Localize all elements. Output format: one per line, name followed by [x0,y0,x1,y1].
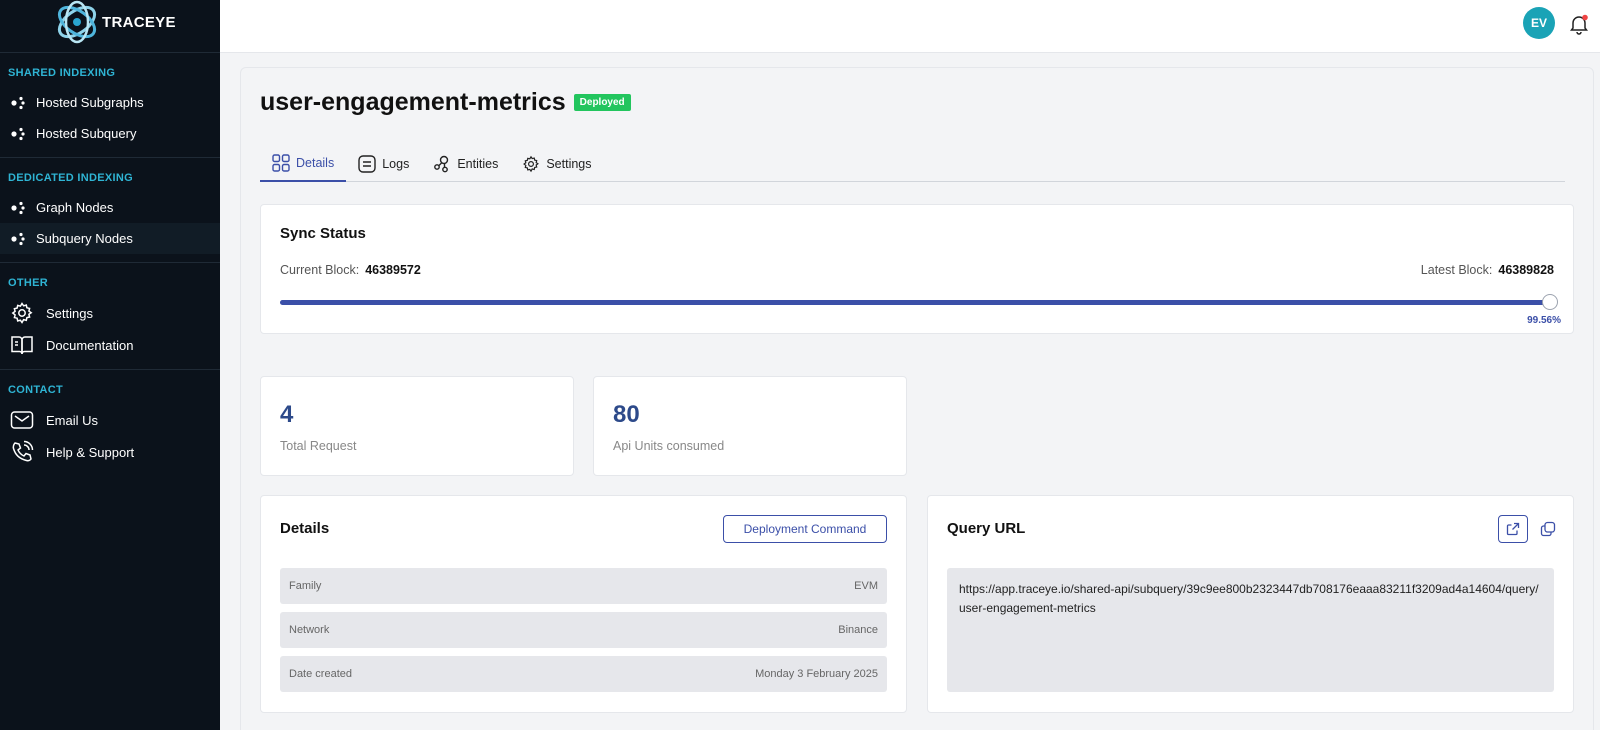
detail-key: Family [289,580,322,592]
details-card: Details Deployment Command Family EVM Ne… [260,495,907,713]
nodes-icon [10,96,30,110]
sidebar-section-other: OTHER Settings Documentation [0,263,220,370]
sidebar-item-label: Hosted Subgraphs [36,95,144,110]
main-panel: user-engagement-metrics Deployed Details… [240,67,1594,730]
tab-entities[interactable]: Entities [421,146,510,182]
logo[interactable]: TRACEYE [0,0,220,53]
sidebar-item-label: Documentation [46,337,134,353]
stat-value: 80 [613,401,640,428]
sidebar-section-shared: SHARED INDEXING Hosted Subgraphs Hosted … [0,53,220,158]
status-badge: Deployed [573,94,631,111]
sidebar-item-label: Subquery Nodes [36,231,133,246]
tab-settings[interactable]: Settings [510,146,603,182]
copy-button[interactable] [1533,515,1563,543]
sidebar-item-help-support[interactable]: Help & Support [0,436,220,468]
traceye-logo-icon [57,0,97,44]
tab-label: Settings [546,157,592,171]
external-link-icon [1506,522,1520,536]
mail-icon [10,410,36,430]
sidebar-section-contact: CONTACT Email Us Help & Support [0,370,220,476]
tab-logs[interactable]: Logs [346,146,421,182]
sidebar-item-label: Email Us [46,412,99,428]
sidebar-item-label: Graph Nodes [36,200,114,215]
sync-progress-bar [280,294,1558,310]
sidebar-item-subquery-nodes[interactable]: Subquery Nodes [0,223,220,254]
details-title: Details [280,520,330,537]
gear-icon [10,301,36,325]
sidebar-item-label: Help & Support [46,444,135,460]
detail-row-family: Family EVM [280,568,887,604]
sidebar-item-email-us[interactable]: Email Us [0,404,220,436]
nodes-icon [10,127,30,141]
section-title: SHARED INDEXING [8,67,116,79]
sidebar-item-settings[interactable]: Settings [0,297,220,329]
sidebar-item-documentation[interactable]: Documentation [0,329,220,361]
sidebar-item-graph-nodes[interactable]: Graph Nodes [0,192,220,223]
top-header: EV [220,0,1600,53]
nodes-icon [10,201,30,215]
section-title: DEDICATED INDEXING [8,172,133,184]
tab-details[interactable]: Details [260,146,347,182]
nodes-icon [10,232,30,246]
tab-label: Entities [457,157,499,171]
entities-icon [434,155,449,173]
stat-card-api-units: 80 Api Units consumed [593,376,907,476]
stat-card-total-request: 4 Total Request [260,376,574,476]
detail-row-network: Network Binance [280,612,887,648]
detail-key: Date created [289,668,352,680]
detail-value: Monday 3 February 2025 [755,668,878,680]
tab-label: Details [296,156,335,170]
sidebar-item-hosted-subquery[interactable]: Hosted Subquery [0,118,220,149]
detail-row-date-created: Date created Monday 3 February 2025 [280,656,887,692]
latest-block: Latest Block: 46389828 [1421,263,1554,277]
detail-key: Network [289,624,330,636]
notification-bell-icon[interactable] [1568,13,1590,40]
section-title: OTHER [8,277,48,289]
query-url-text: https://app.traceye.io/shared-api/subque… [947,568,1554,692]
current-block-value: 46389572 [365,263,421,277]
latest-block-value: 46389828 [1498,263,1554,277]
query-url-title: Query URL [947,520,1026,537]
detail-value: EVM [854,580,878,592]
sidebar-section-dedicated: DEDICATED INDEXING Graph Nodes Subquery … [0,158,220,263]
tab-label: Logs [382,157,410,171]
stat-label: Api Units consumed [613,439,725,453]
sidebar-item-label: Hosted Subquery [36,126,137,141]
sync-percent: 99.56% [1527,315,1561,326]
query-url-card: Query URL https://app.traceye.io/shared-… [927,495,1574,713]
phone-icon [10,440,36,464]
latest-block-label: Latest Block: [1420,263,1493,277]
detail-value: Binance [838,624,878,636]
logo-text: TRACEYE [102,14,176,31]
section-title: CONTACT [8,384,64,396]
gear-icon [523,155,540,173]
stat-label: Total Request [280,439,357,453]
book-icon [10,334,36,356]
stat-value: 4 [280,401,294,428]
tab-bar: Details Logs Entities Settings [260,146,1565,182]
logs-icon [358,155,376,173]
sync-progress-fill [280,300,1549,305]
sidebar-item-label: Settings [46,305,93,321]
avatar[interactable]: EV [1523,7,1555,39]
sidebar-item-hosted-subgraphs[interactable]: Hosted Subgraphs [0,87,220,118]
current-block: Current Block: 46389572 [280,263,421,277]
sync-status-card: Sync Status Current Block: 46389572 Lates… [260,204,1574,334]
sync-progress-knob [1542,294,1558,310]
copy-icon [1540,521,1556,537]
deployment-command-button[interactable]: Deployment Command [723,515,887,543]
page-title: user-engagement-metrics [260,88,566,116]
sync-status-title: Sync Status [280,225,366,242]
sidebar: TRACEYE SHARED INDEXING Hosted Subgraphs… [0,0,220,730]
title-row: user-engagement-metrics Deployed [260,88,631,117]
open-external-button[interactable] [1498,515,1528,543]
current-block-label: Current Block: [280,263,360,277]
grid-icon [272,154,290,172]
